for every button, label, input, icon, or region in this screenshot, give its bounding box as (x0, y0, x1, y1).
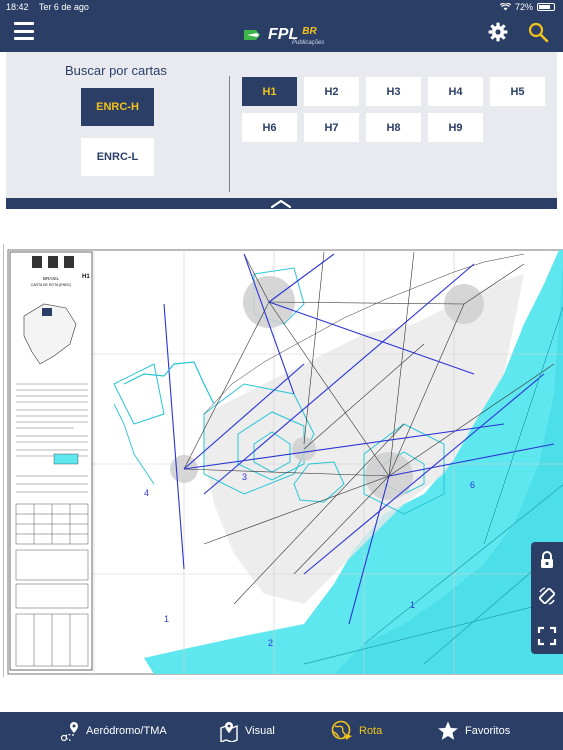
chart-button-h7[interactable]: H7 (304, 113, 359, 142)
app: 18:42 Ter 6 de ago 72% FPL BR Publicaçõe… (0, 0, 563, 750)
tab-label: Favoritos (465, 725, 511, 737)
chart-button-h8[interactable]: H8 (366, 113, 421, 142)
tab-label: Visual (245, 725, 275, 737)
bottom-tab-bar: Aeródromo/TMA Visual Rota Favoritos (0, 712, 563, 750)
tab-visual[interactable]: Visual (219, 712, 275, 750)
top-bar: 18:42 Ter 6 de ago 72% FPL BR Publicaçõe… (0, 0, 563, 52)
menu-line (14, 22, 34, 25)
legend-title: BRASIL (43, 276, 60, 281)
sector-label: 6 (470, 480, 475, 490)
tab-label: Aeródromo/TMA (86, 725, 167, 737)
menu-button[interactable] (14, 22, 34, 40)
chart-button-h9[interactable]: H9 (428, 113, 483, 142)
battery-level: 72% (514, 2, 533, 12)
lock-icon[interactable] (537, 550, 557, 570)
sector-label: 1 (164, 614, 169, 624)
fullscreen-icon[interactable] (537, 626, 557, 646)
enroute-chart-viewer[interactable]: BRASIL CARTA DE ROTA (ENRC) H1 4 3 1 2 6… (3, 244, 563, 677)
chart-button-h6[interactable]: H6 (242, 113, 297, 142)
status-indicators: 72% (499, 2, 555, 12)
chart-button-h2[interactable]: H2 (304, 77, 359, 106)
selector-title: Buscar por cartas (65, 63, 167, 78)
type-button-enrc-h[interactable]: ENRC-H (81, 88, 154, 126)
wifi-icon (499, 3, 511, 11)
menu-line (14, 37, 34, 40)
status-bar: 18:42 Ter 6 de ago (6, 2, 97, 12)
rotate-icon[interactable] (537, 586, 557, 606)
panel-divider (229, 76, 230, 192)
collapse-panel-handle[interactable] (6, 198, 557, 209)
status-date: Ter 6 de ago (38, 2, 89, 12)
sector-label: 4 (144, 488, 149, 498)
tab-rota[interactable]: Rota (331, 712, 382, 750)
search-icon[interactable] (528, 22, 549, 43)
logo-suffix: BR (302, 25, 317, 37)
map-tools (531, 542, 563, 654)
menu-line (14, 29, 34, 33)
logo-subtitle: Publicações (292, 40, 325, 46)
star-icon (438, 721, 458, 740)
chart-selector-panel: Buscar por cartas ENRC-H ENRC-L H1 H2 H3… (6, 52, 557, 200)
chart-button-h3[interactable]: H3 (366, 77, 421, 106)
plane-logo-icon (244, 30, 260, 40)
sector-label: 2 (268, 638, 273, 648)
tab-aerodromo-tma[interactable]: Aeródromo/TMA (60, 712, 167, 750)
enroute-chart-image: BRASIL CARTA DE ROTA (ENRC) H1 4 3 1 2 6… (7, 249, 563, 675)
chart-id-label: H1 (82, 274, 90, 280)
gear-icon[interactable] (488, 22, 508, 42)
type-button-enrc-l[interactable]: ENRC-L (81, 138, 154, 176)
sector-label: 1 (410, 600, 415, 610)
chart-button-h1[interactable]: H1 (242, 77, 297, 106)
map-pin-icon (220, 722, 238, 742)
chart-button-h5[interactable]: H5 (490, 77, 545, 106)
tab-label: Rota (359, 725, 383, 737)
globe-route-icon (331, 720, 352, 740)
route-pin-icon (60, 722, 78, 742)
chart-button-h4[interactable]: H4 (428, 77, 483, 106)
battery-icon (537, 3, 555, 11)
sector-label: 3 (242, 472, 247, 482)
app-logo: FPL BR Publicações (242, 24, 324, 46)
chevron-up-icon (270, 199, 292, 208)
status-time: 18:42 (6, 2, 29, 12)
legend-subtitle: CARTA DE ROTA (ENRC) (31, 283, 72, 287)
tab-favoritos[interactable]: Favoritos (437, 712, 510, 750)
